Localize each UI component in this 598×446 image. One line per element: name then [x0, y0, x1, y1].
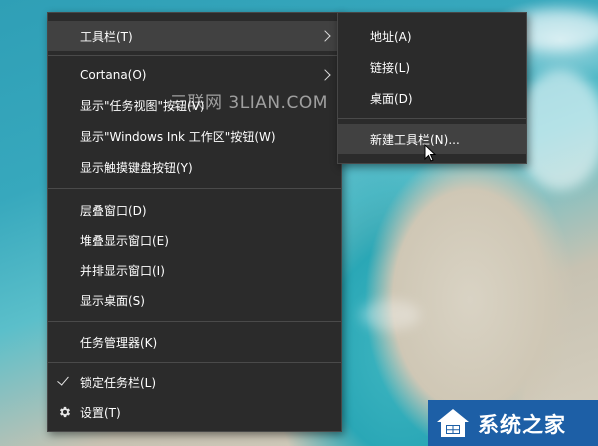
menu-item-task-manager[interactable]: 任务管理器(K) [48, 327, 341, 357]
menu-item-lock-taskbar[interactable]: 锁定任务栏(L) [48, 367, 341, 397]
menu-item-label: 显示触摸键盘按钮(Y) [80, 160, 193, 175]
toolbars-submenu: 地址(A) 链接(L) 桌面(D) 新建工具栏(N)... [337, 12, 527, 164]
menu-item-show-touch-keyboard[interactable]: 显示触摸键盘按钮(Y) [48, 152, 341, 182]
menu-item-label: 层叠窗口(D) [80, 203, 147, 218]
gear-icon [59, 406, 71, 418]
site-logo: 系统之家 [428, 400, 598, 446]
chevron-right-icon [319, 30, 331, 42]
house-logo-icon [437, 409, 469, 437]
menu-separator [48, 362, 341, 363]
taskbar-context-menu: 工具栏(T) Cortana(O) 显示"任务视图"按钮(V) 显示"Windo… [47, 12, 342, 432]
menu-item-label: 堆叠显示窗口(E) [80, 233, 169, 248]
chevron-right-icon [319, 69, 331, 81]
menu-item-toolbars[interactable]: 工具栏(T) [48, 21, 341, 51]
menu-item-settings[interactable]: 设置(T) [48, 397, 341, 427]
menu-item-label: Cortana(O) [80, 68, 147, 82]
menu-item-side-by-side-windows[interactable]: 并排显示窗口(I) [48, 255, 341, 285]
logo-text: 系统之家 [478, 413, 566, 437]
menu-item-label: 任务管理器(K) [80, 335, 158, 350]
menu-separator [48, 188, 341, 189]
submenu-item-links[interactable]: 链接(L) [338, 52, 526, 82]
menu-separator [338, 118, 526, 119]
watermark-text: 三联网 3LIAN.COM [170, 93, 328, 113]
menu-item-label: 显示"Windows Ink 工作区"按钮(W) [80, 129, 276, 144]
menu-item-cascade-windows[interactable]: 层叠窗口(D) [48, 195, 341, 225]
menu-item-label: 设置(T) [80, 405, 121, 420]
menu-item-cortana[interactable]: Cortana(O) [48, 60, 341, 90]
menu-item-label: 工具栏(T) [80, 29, 133, 44]
menu-item-label: 显示桌面(S) [80, 293, 145, 308]
menu-item-show-ink-workspace[interactable]: 显示"Windows Ink 工作区"按钮(W) [48, 121, 341, 151]
wave-foam [515, 70, 598, 190]
menu-item-label: 锁定任务栏(L) [80, 375, 157, 390]
menu-item-label: 新建工具栏(N)... [370, 132, 460, 147]
menu-separator [48, 321, 341, 322]
menu-item-label: 地址(A) [370, 29, 412, 44]
menu-item-label: 桌面(D) [370, 91, 413, 106]
wave-foam [360, 300, 420, 330]
menu-item-show-desktop[interactable]: 显示桌面(S) [48, 285, 341, 315]
menu-item-label: 并排显示窗口(I) [80, 263, 165, 278]
submenu-item-address[interactable]: 地址(A) [338, 21, 526, 51]
menu-item-stack-windows[interactable]: 堆叠显示窗口(E) [48, 225, 341, 255]
checkmark-icon [57, 373, 69, 386]
submenu-item-desktop[interactable]: 桌面(D) [338, 83, 526, 113]
menu-item-label: 链接(L) [370, 60, 411, 75]
menu-separator [48, 55, 341, 56]
mouse-cursor-icon [424, 144, 436, 162]
